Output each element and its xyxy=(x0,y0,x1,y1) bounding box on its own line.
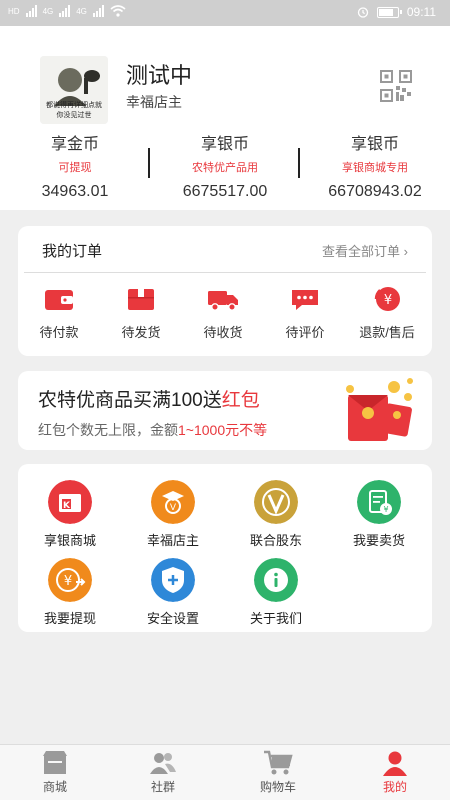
signal-icon xyxy=(59,5,71,17)
username: 测试中 xyxy=(126,63,193,88)
tab-label: 商城 xyxy=(42,780,67,794)
tab-cart[interactable]: 购物车 xyxy=(233,750,323,795)
tab-label: 我的 xyxy=(382,780,407,794)
divider xyxy=(24,272,426,273)
svg-text:¥: ¥ xyxy=(64,574,72,589)
red-envelope-icon xyxy=(346,378,413,441)
menu-item-shareholder[interactable]: 联合股东 xyxy=(226,480,326,549)
comment-icon xyxy=(292,290,318,310)
wallet-icon xyxy=(45,290,73,310)
promo-subtitle: 红包个数无上限，金额1~1000元不等 xyxy=(38,420,267,440)
services-grid: K 享银商城 V 幸福店主 联合股东 ¥ 我要卖货 ¥ 我要提现 安全设置 关于… xyxy=(18,464,432,632)
orders-title: 我的订单 xyxy=(42,243,103,260)
menu-item-shopkeeper[interactable]: V 幸福店主 xyxy=(123,480,223,549)
order-status-pending-shipment[interactable]: 待发货 xyxy=(100,284,182,341)
shopkeeper-icon: V xyxy=(151,480,195,524)
profile-icon xyxy=(383,751,407,776)
coin-silver-produce[interactable]: 享银币 农特优产品用 6675517.00 xyxy=(150,130,300,201)
promo-title: 农特优商品买满100送红包 xyxy=(38,385,260,412)
order-status-refund[interactable]: ¥ 退款/售后 xyxy=(346,284,428,341)
signal-icon xyxy=(25,5,37,17)
tab-me[interactable]: 我的 xyxy=(350,750,440,795)
menu-item-security[interactable]: 安全设置 xyxy=(123,558,223,627)
order-status-label: 待付款 xyxy=(39,325,79,340)
coin-subtitle: 可提现 xyxy=(58,162,92,174)
tab-community[interactable]: 社群 xyxy=(118,750,208,795)
promo-title-highlight: 红包 xyxy=(221,390,260,411)
order-status-label: 待收货 xyxy=(203,325,243,340)
coin-subtitle: 享银商城专用 xyxy=(342,162,408,174)
tab-label: 购物车 xyxy=(259,780,296,794)
coin-balances: 享金币 可提现 34963.01 享银币 农特优产品用 6675517.00 享… xyxy=(0,130,450,200)
tab-mall[interactable]: 商城 xyxy=(10,750,100,795)
orders-card: 我的订单 查看全部订单 › 待付款 待发货 待收货 待评价 ¥ 退款/售后 xyxy=(18,226,432,356)
coin-value: 66708943.02 xyxy=(328,183,422,200)
coin-title: 享金币 xyxy=(50,136,99,153)
bottom-tab-bar: 商城 社群 购物车 我的 xyxy=(0,744,450,800)
coin-subtitle: 农特优产品用 xyxy=(192,162,258,174)
truck-icon xyxy=(208,291,238,311)
menu-item-label: 关于我们 xyxy=(249,611,302,626)
coin-silver-mall[interactable]: 享银币 享银商城专用 66708943.02 xyxy=(300,130,450,201)
order-status-label: 退款/售后 xyxy=(359,325,415,340)
coin-title: 享银币 xyxy=(350,136,399,153)
sell-icon: ¥ xyxy=(357,480,401,524)
promo-title-text: 农特优商品买满100送 xyxy=(38,390,222,411)
network-label: HD xyxy=(8,6,20,16)
promo-subtitle-highlight: 1~1000元不等 xyxy=(178,422,268,438)
coin-value: 6675517.00 xyxy=(182,183,268,200)
avatar-caption: 你没见过世 xyxy=(56,112,92,119)
svg-text:K: K xyxy=(63,501,71,511)
order-status-pending-receipt[interactable]: 待收货 xyxy=(182,284,264,341)
promo-banner[interactable]: 农特优商品买满100送红包 红包个数无上限，金额1~1000元不等 xyxy=(18,371,432,450)
menu-item-label: 幸福店主 xyxy=(146,533,199,548)
view-all-orders-link[interactable]: 查看全部订单 › xyxy=(322,241,408,260)
order-status-pending-review[interactable]: 待评价 xyxy=(264,284,346,341)
menu-item-label: 安全设置 xyxy=(146,611,199,626)
menu-item-label: 联合股东 xyxy=(249,533,302,548)
withdraw-icon: ¥ xyxy=(48,558,92,602)
order-status-label: 待评价 xyxy=(285,325,325,340)
menu-item-label: 我要提现 xyxy=(43,611,96,626)
coin-value: 34963.01 xyxy=(41,183,109,200)
menu-item-sell[interactable]: ¥ 我要卖货 xyxy=(329,480,429,549)
qr-code-icon[interactable] xyxy=(380,70,412,102)
menu-item-label: 享银商城 xyxy=(43,533,96,548)
svg-text:¥: ¥ xyxy=(383,505,388,514)
menu-item-withdraw[interactable]: ¥ 我要提现 xyxy=(20,558,120,627)
menu-item-about[interactable]: 关于我们 xyxy=(226,558,326,627)
status-bar: HD 4G 4G 09:11 xyxy=(0,0,450,26)
status-time: 09:11 xyxy=(406,5,436,19)
cart-icon xyxy=(264,750,293,775)
package-icon xyxy=(128,289,154,310)
alarm-icon xyxy=(357,7,369,18)
menu-item-silver-mall[interactable]: K 享银商城 xyxy=(20,480,120,549)
tab-label: 社群 xyxy=(150,780,175,794)
network-label: 4G xyxy=(42,6,54,16)
coin-gold[interactable]: 享金币 可提现 34963.01 xyxy=(0,130,150,201)
battery-icon xyxy=(376,6,402,18)
order-status-pending-payment[interactable]: 待付款 xyxy=(18,284,100,341)
avatar-caption: 都说得再详细点就 xyxy=(46,102,102,109)
coin-title: 享银币 xyxy=(200,136,249,153)
user-role: 幸福店主 xyxy=(126,94,182,110)
shield-icon xyxy=(151,558,195,602)
svg-text:V: V xyxy=(170,503,177,513)
signal-icon xyxy=(92,5,104,17)
shop-icon xyxy=(43,751,67,774)
order-status-label: 待发货 xyxy=(121,325,161,340)
refund-icon: ¥ xyxy=(374,287,400,311)
profile-header: 都说得再详细点就 你没见过世 测试中 幸福店主 享金币 可提现 34963.01… xyxy=(0,26,450,210)
svg-text:¥: ¥ xyxy=(384,293,392,308)
menu-item-label: 我要卖货 xyxy=(352,533,405,548)
store-icon: K xyxy=(48,480,92,524)
v-badge-icon xyxy=(254,480,298,524)
wifi-icon xyxy=(110,5,126,17)
promo-subtitle-text: 红包个数无上限，金额 xyxy=(38,422,178,438)
info-icon xyxy=(254,558,298,602)
network-label: 4G xyxy=(76,6,87,16)
avatar[interactable]: 都说得再详细点就 你没见过世 xyxy=(40,56,108,124)
community-icon xyxy=(150,753,176,774)
